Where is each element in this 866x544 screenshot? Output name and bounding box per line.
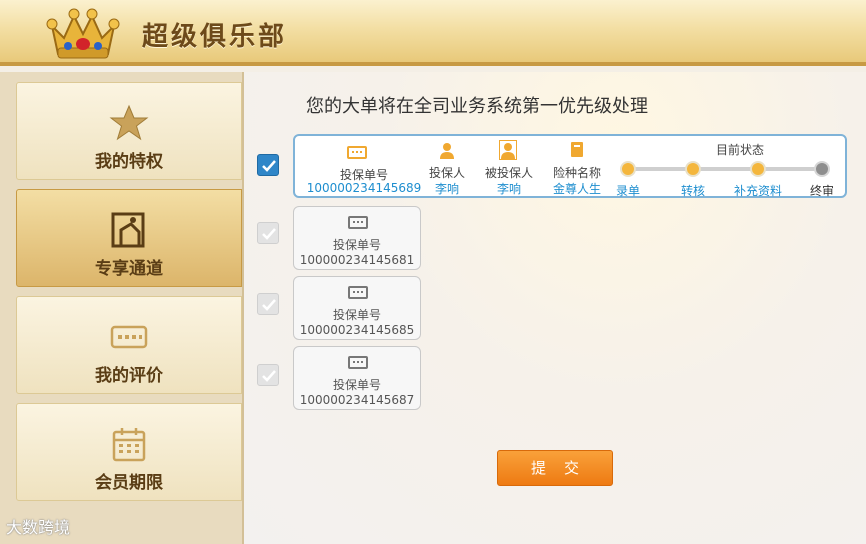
status-progress-track bbox=[628, 167, 823, 171]
calendar-icon bbox=[112, 428, 146, 462]
order-checkbox[interactable] bbox=[257, 364, 279, 386]
status-step-dot bbox=[685, 161, 701, 177]
main-content: 您的大单将在全司业务系统第一优先级处理 投保单号 100000234145689… bbox=[244, 72, 866, 544]
policy-number-value: 100000234145681 bbox=[299, 253, 415, 267]
product-name-label: 险种名称 bbox=[552, 166, 601, 180]
sidebar-item-privileges[interactable]: 我的特权 bbox=[16, 82, 242, 180]
comment-icon bbox=[110, 325, 148, 349]
star-icon bbox=[109, 104, 149, 141]
policy-number-icon bbox=[348, 216, 368, 229]
product-name-value: 金尊人生 bbox=[552, 182, 601, 196]
policy-number-value: 100000234145689 bbox=[306, 181, 422, 195]
product-book-icon bbox=[571, 142, 583, 157]
order-checkbox[interactable] bbox=[257, 222, 279, 244]
policy-number-icon bbox=[348, 356, 368, 369]
app-header: 超级俱乐部 bbox=[0, 0, 866, 66]
sidebar: 我的特权 专享通道 我的评价 会员期限 bbox=[0, 72, 244, 544]
policyholder-name: 李响 bbox=[434, 182, 459, 196]
sidebar-item-label: 专享通道 bbox=[95, 259, 163, 279]
order-checkbox[interactable] bbox=[257, 293, 279, 315]
policy-number-label: 投保单号 bbox=[332, 378, 381, 392]
policyholder-icon bbox=[440, 143, 454, 159]
order-card[interactable]: 投保单号 100000234145685 bbox=[293, 276, 421, 340]
door-icon bbox=[111, 212, 145, 248]
status-step-dot bbox=[750, 161, 766, 177]
page-title: 超级俱乐部 bbox=[142, 22, 288, 52]
insured-person-name: 李响 bbox=[496, 182, 521, 196]
checkmark-icon bbox=[262, 370, 276, 382]
insured-person-frame bbox=[499, 140, 517, 160]
policy-number-value: 100000234145687 bbox=[299, 393, 415, 407]
sidebar-item-exclusive-channel[interactable]: 专享通道 bbox=[16, 189, 242, 287]
submit-button[interactable]: 提交 bbox=[497, 450, 613, 486]
status-step-label: 补充资料 bbox=[733, 184, 783, 198]
sidebar-item-label: 我的特权 bbox=[95, 152, 163, 172]
order-card[interactable]: 投保单号 100000234145681 bbox=[293, 206, 421, 270]
sidebar-item-my-reviews[interactable]: 我的评价 bbox=[16, 296, 242, 394]
policy-number-label: 投保单号 bbox=[332, 308, 381, 322]
insured-person-icon bbox=[501, 143, 515, 159]
priority-headline: 您的大单将在全司业务系统第一优先级处理 bbox=[306, 96, 648, 117]
policy-number-icon bbox=[348, 286, 368, 299]
checkmark-icon bbox=[262, 299, 276, 311]
selected-order-card[interactable]: 投保单号 100000234145689 投保人 李响 被投保人 李响 险种名称… bbox=[293, 134, 847, 198]
watermark-logo: 大数跨境 bbox=[6, 518, 71, 537]
sidebar-item-label: 会员期限 bbox=[95, 473, 163, 493]
policyholder-label: 投保人 bbox=[428, 166, 465, 180]
order-checkbox-selected[interactable] bbox=[257, 154, 279, 176]
status-step-label: 录单 bbox=[615, 184, 641, 198]
status-title: 目前状态 bbox=[715, 143, 764, 157]
order-card[interactable]: 投保单号 100000234145687 bbox=[293, 346, 421, 410]
checkmark-icon bbox=[262, 160, 276, 172]
status-step-dot bbox=[814, 161, 830, 177]
checkmark-icon bbox=[262, 228, 276, 240]
crown-logo-icon bbox=[46, 8, 120, 59]
policy-number-icon bbox=[347, 146, 367, 159]
policy-number-value: 100000234145685 bbox=[299, 323, 415, 337]
status-step-dot bbox=[620, 161, 636, 177]
sidebar-item-membership-term[interactable]: 会员期限 bbox=[16, 403, 242, 501]
policy-number-label: 投保单号 bbox=[332, 238, 381, 252]
sidebar-item-label: 我的评价 bbox=[95, 366, 163, 386]
status-step-label: 终审 bbox=[809, 184, 835, 198]
insured-person-label: 被投保人 bbox=[484, 166, 533, 180]
status-step-label: 转核 bbox=[680, 184, 706, 198]
